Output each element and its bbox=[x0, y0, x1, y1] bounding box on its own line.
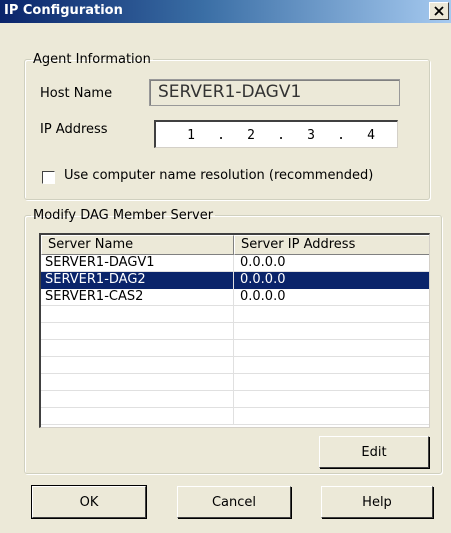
ip-dot-3: . bbox=[337, 128, 345, 143]
server-name-cell: SERVER1-DAGV1 bbox=[41, 255, 234, 272]
column-header-server-name[interactable]: Server Name bbox=[41, 235, 234, 255]
host-name-field: SERVER1-DAGV1 bbox=[149, 79, 400, 106]
empty-row bbox=[41, 374, 429, 391]
empty-row bbox=[41, 323, 429, 340]
ip-octet-2[interactable]: 2 bbox=[236, 128, 266, 143]
ip-dot-2: . bbox=[277, 128, 285, 143]
ip-address-input[interactable]: 1 . 2 . 3 . 4 bbox=[154, 120, 398, 148]
empty-row bbox=[41, 408, 429, 425]
empty-row bbox=[41, 391, 429, 408]
ip-octet-4[interactable]: 4 bbox=[356, 128, 386, 143]
host-name-label: Host Name bbox=[40, 86, 113, 101]
table-row[interactable]: SERVER1-CAS2 0.0.0.0 bbox=[41, 289, 429, 306]
name-resolution-checkbox[interactable] bbox=[42, 171, 55, 184]
table-row[interactable]: SERVER1-DAGV1 0.0.0.0 bbox=[41, 255, 429, 272]
dag-member-legend: Modify DAG Member Server bbox=[33, 208, 214, 223]
close-icon bbox=[434, 6, 444, 16]
server-ip-cell: 0.0.0.0 bbox=[240, 289, 286, 304]
name-resolution-label[interactable]: Use computer name resolution (recommende… bbox=[64, 168, 373, 183]
agent-information-legend: Agent Information bbox=[33, 52, 151, 67]
empty-row bbox=[41, 357, 429, 374]
close-button[interactable] bbox=[429, 2, 449, 20]
ip-octet-3[interactable]: 3 bbox=[296, 128, 326, 143]
server-name-cell: SERVER1-CAS2 bbox=[41, 289, 234, 306]
edit-button[interactable]: Edit bbox=[319, 436, 429, 468]
cancel-button[interactable]: Cancel bbox=[177, 486, 291, 518]
help-button[interactable]: Help bbox=[321, 486, 433, 518]
server-ip-cell: 0.0.0.0 bbox=[234, 272, 429, 289]
ok-button[interactable]: OK bbox=[31, 485, 147, 519]
column-header-server-ip[interactable]: Server IP Address bbox=[234, 235, 429, 255]
server-list[interactable]: Server Name Server IP Address SERVER1-DA… bbox=[39, 233, 430, 428]
ip-address-label: IP Address bbox=[40, 122, 108, 137]
server-ip-cell: 0.0.0.0 bbox=[240, 255, 286, 270]
list-header: Server Name Server IP Address bbox=[41, 235, 429, 255]
title-bar: IP Configuration bbox=[0, 0, 451, 23]
empty-row bbox=[41, 306, 429, 323]
ip-dot-1: . bbox=[217, 128, 225, 143]
table-row-selected[interactable]: SERVER1-DAG2 0.0.0.0 bbox=[41, 272, 429, 289]
server-name-cell: SERVER1-DAG2 bbox=[41, 272, 234, 289]
window-title: IP Configuration bbox=[4, 3, 123, 18]
ip-octet-1[interactable]: 1 bbox=[176, 128, 206, 143]
empty-row bbox=[41, 340, 429, 357]
